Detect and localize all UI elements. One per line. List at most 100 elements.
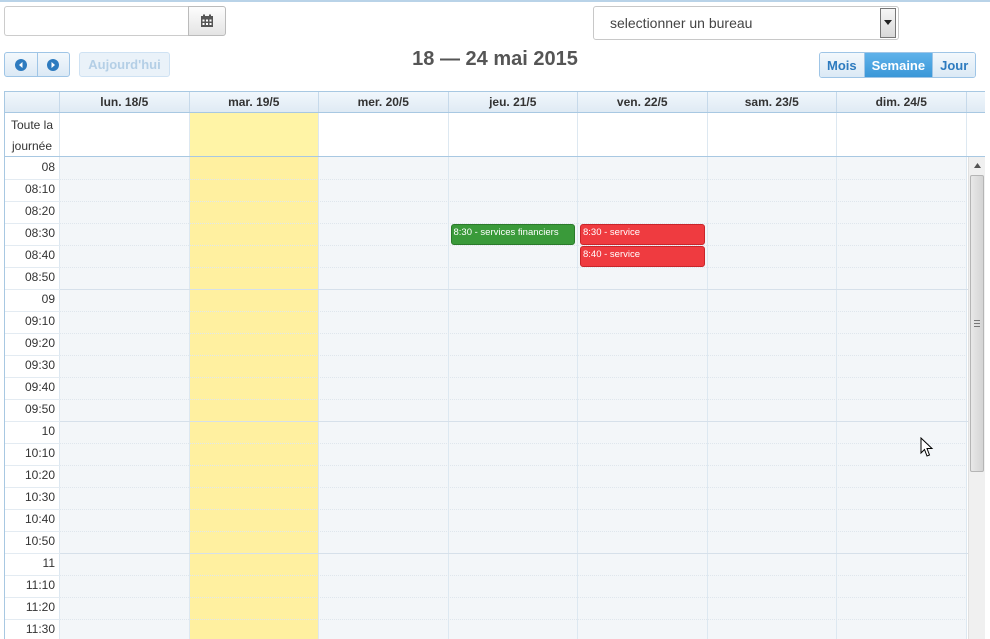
time-label: 10:20	[24, 468, 55, 482]
slot-line	[60, 421, 969, 422]
allday-cell-today[interactable]	[189, 113, 319, 156]
gutter-line	[5, 223, 60, 224]
gutter-line	[5, 575, 60, 576]
view-day-button[interactable]: Jour	[932, 53, 976, 77]
slot-line	[60, 245, 969, 246]
gutter-line	[5, 465, 60, 466]
time-label: 10:40	[24, 512, 55, 526]
today-button[interactable]: Aujourd'hui	[79, 52, 170, 77]
time-gutter: 08 08:10 08:20 08:30 08:40 08:50 09 09:10 09:20 0…	[5, 157, 60, 639]
time-label: 08:30	[24, 226, 55, 240]
slot-line	[60, 465, 969, 466]
slot-line	[60, 399, 969, 400]
time-label: 11:20	[25, 600, 55, 614]
time-label: 11:30	[25, 622, 55, 636]
slot-line	[60, 575, 969, 576]
gutter-line	[5, 201, 60, 202]
scrollbar-thumb[interactable]	[970, 175, 984, 472]
gutter-line	[5, 377, 60, 378]
date-input[interactable]	[4, 6, 188, 36]
time-label: 09:10	[24, 314, 55, 328]
slot-line	[60, 619, 969, 620]
gutter-line	[5, 619, 60, 620]
allday-cell[interactable]	[708, 113, 837, 156]
slot-line	[60, 509, 969, 510]
time-label: 08	[41, 160, 55, 174]
calendar-event[interactable]: 8:30 - service	[580, 224, 705, 245]
view-week-button[interactable]: Semaine	[863, 53, 933, 77]
gutter-line	[5, 179, 60, 180]
gutter-line	[5, 487, 60, 488]
day-header[interactable]: lun. 18/5	[60, 92, 190, 112]
time-label: 09:50	[24, 402, 55, 416]
view-month-button[interactable]: Mois	[820, 53, 864, 77]
day-column[interactable]	[319, 157, 449, 639]
slot-line	[60, 553, 969, 554]
time-label: 11:10	[25, 578, 55, 592]
day-header[interactable]: ven. 22/5	[578, 92, 708, 112]
slot-line	[60, 201, 969, 202]
calendar-button[interactable]	[188, 6, 226, 36]
allday-cell[interactable]	[837, 113, 967, 156]
vertical-scrollbar[interactable]	[968, 157, 985, 639]
day-column[interactable]	[189, 157, 319, 639]
day-header[interactable]: dim. 24/5	[837, 92, 967, 112]
chevron-right-icon	[47, 58, 60, 71]
chevron-left-icon	[14, 58, 27, 71]
time-label: 10:10	[24, 446, 55, 460]
allday-cell[interactable]	[449, 113, 578, 156]
day-header-row: lun. 18/5 mar. 19/5 mer. 20/5 jeu. 21/5 …	[5, 91, 985, 113]
allday-row: Toute la journée	[5, 113, 985, 157]
day-column[interactable]	[837, 157, 967, 639]
day-header[interactable]: mar. 19/5	[190, 92, 319, 112]
time-label: 08:10	[24, 182, 55, 196]
time-label: 08:50	[24, 270, 55, 284]
gutter-line	[5, 311, 60, 312]
day-header[interactable]: mer. 20/5	[319, 92, 449, 112]
calendar-grid: lun. 18/5 mar. 19/5 mer. 20/5 jeu. 21/5 …	[4, 91, 985, 639]
calendar-event[interactable]: 8:40 - service	[580, 246, 705, 267]
allday-cell[interactable]	[578, 113, 708, 156]
gutter-line	[5, 267, 60, 268]
view-switcher: Mois Semaine Jour	[819, 52, 977, 78]
slot-line	[60, 487, 969, 488]
time-grid[interactable]: 08 08:10 08:20 08:30 08:40 08:50 09 09:10 09:20 0…	[5, 157, 969, 639]
gutter-line	[5, 421, 60, 422]
gutter-line	[5, 399, 60, 400]
allday-label: Toute la journée	[5, 113, 60, 156]
time-label: 10:30	[24, 490, 55, 504]
slot-line	[60, 597, 969, 598]
time-label: 09	[41, 292, 55, 306]
day-column[interactable]	[707, 157, 837, 639]
gutter-line	[5, 289, 60, 290]
calendar-event[interactable]: 8:30 - services financiers	[450, 224, 575, 245]
dropdown-arrow-icon[interactable]	[880, 8, 896, 38]
time-label: 09:20	[24, 336, 55, 350]
time-label: 10	[41, 424, 55, 438]
slot-line	[60, 267, 969, 268]
day-header[interactable]: jeu. 21/5	[449, 92, 578, 112]
allday-cell[interactable]	[60, 113, 190, 156]
office-select[interactable]: selectionner un bureau	[593, 6, 899, 40]
scroll-up-icon[interactable]	[969, 157, 985, 173]
header-gutter	[5, 92, 60, 112]
time-label: 09:30	[24, 358, 55, 372]
slot-line	[60, 443, 969, 444]
top-border	[0, 0, 990, 2]
time-label: 08:40	[24, 248, 55, 262]
slot-line	[60, 311, 969, 312]
prev-button[interactable]	[5, 53, 37, 76]
next-button[interactable]	[36, 53, 69, 76]
day-header[interactable]: sam. 23/5	[708, 92, 837, 112]
gutter-line	[5, 333, 60, 334]
gutter-line	[5, 597, 60, 598]
day-column[interactable]	[60, 157, 190, 639]
time-label: 09:40	[24, 380, 55, 394]
slot-line	[60, 289, 969, 290]
slot-line	[60, 355, 969, 356]
gutter-line	[5, 355, 60, 356]
slot-line	[60, 179, 969, 180]
slot-line	[60, 377, 969, 378]
allday-cell[interactable]	[319, 113, 449, 156]
grip-icon	[974, 320, 980, 327]
